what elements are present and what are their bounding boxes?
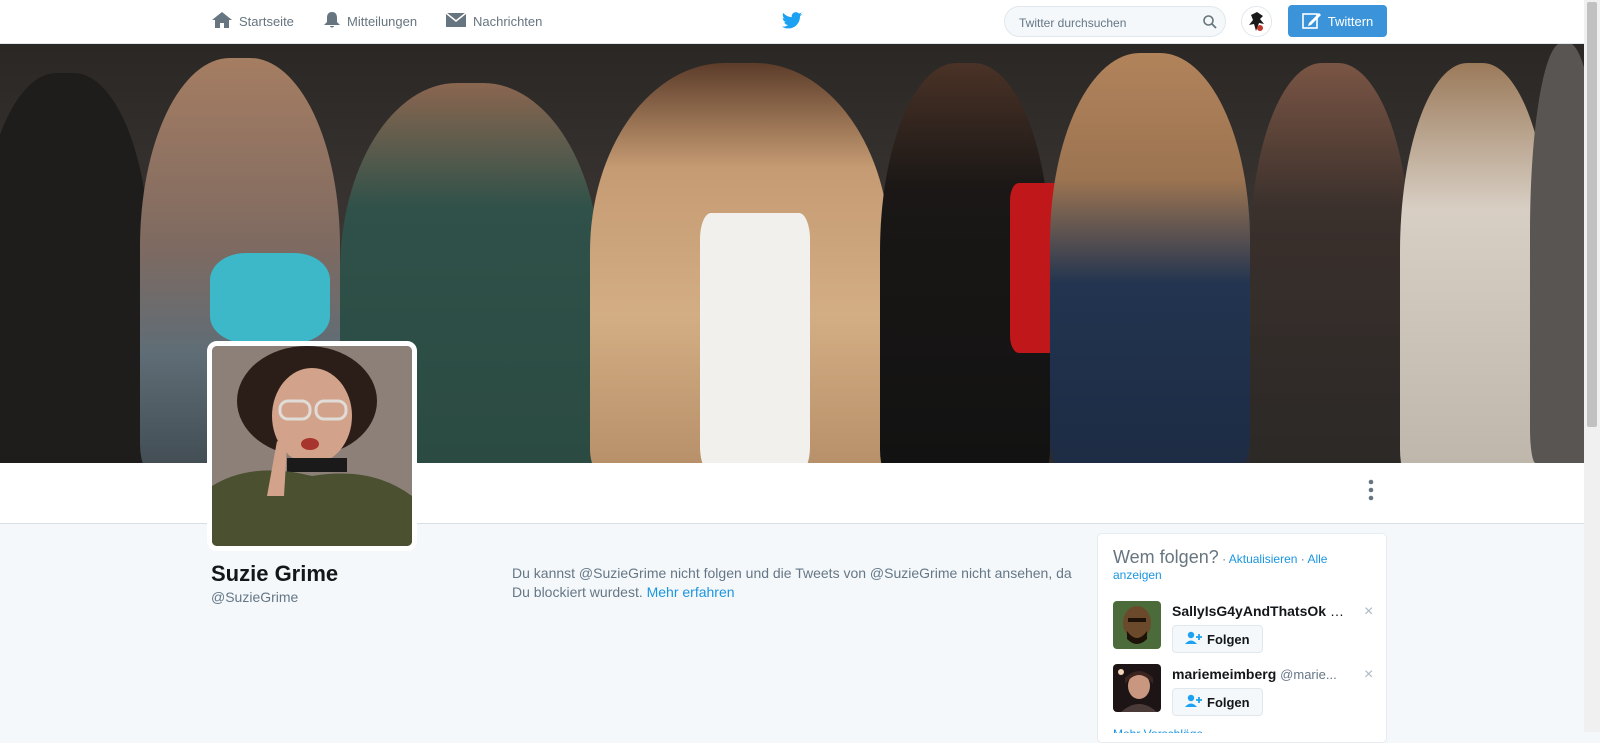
profile-name: Suzie Grime bbox=[211, 561, 339, 586]
close-icon[interactable]: × bbox=[1364, 603, 1373, 621]
nav-notifications[interactable]: Mitteilungen bbox=[323, 0, 417, 43]
follow-person-icon bbox=[1185, 631, 1203, 648]
suggestion-display-name: mariemeimberg bbox=[1172, 666, 1277, 682]
search-box[interactable] bbox=[1004, 6, 1226, 37]
suggestion-item: SallyIsG4yAndThatsOk @... × Folgen bbox=[1113, 601, 1378, 653]
top-navigation: Startseite Mitteilungen Nachrichten Twit… bbox=[0, 0, 1584, 44]
follow-person-icon bbox=[1185, 694, 1203, 711]
suggestion-handle: @... bbox=[1329, 604, 1347, 619]
compose-icon bbox=[1301, 11, 1322, 32]
suggestion-display-name: SallyIsG4yAndThatsOk bbox=[1172, 603, 1327, 619]
nav-notifications-label: Mitteilungen bbox=[347, 14, 418, 29]
blocked-notice: Du kannst @SuzieGrime nicht folgen und d… bbox=[512, 564, 1082, 602]
follow-button[interactable]: Folgen bbox=[1172, 688, 1263, 716]
search-icon[interactable] bbox=[1203, 15, 1217, 34]
page-scrollbar[interactable] bbox=[1584, 0, 1600, 732]
follow-button-label: Folgen bbox=[1207, 631, 1250, 647]
search-input[interactable] bbox=[1017, 13, 1201, 33]
nav-home[interactable]: Startseite bbox=[211, 0, 294, 43]
twitter-bird-icon[interactable] bbox=[781, 11, 803, 36]
separator: · bbox=[1297, 552, 1308, 566]
profile-handle: @SuzieGrime bbox=[211, 589, 299, 605]
home-icon bbox=[211, 11, 239, 32]
envelope-icon bbox=[445, 11, 473, 32]
suggestion-avatar[interactable] bbox=[1113, 601, 1161, 649]
learn-more-link[interactable]: Mehr erfahren bbox=[647, 584, 735, 600]
nav-messages-label: Nachrichten bbox=[473, 14, 543, 29]
refresh-link[interactable]: Aktualisieren bbox=[1229, 552, 1298, 566]
suggestion-item: mariemeimberg @marie... × Folgen bbox=[1113, 664, 1378, 716]
more-suggestions-link[interactable]: Mehr Vorschläge bbox=[1113, 727, 1203, 733]
separator: · bbox=[1218, 552, 1229, 566]
blocked-message: Du kannst @SuzieGrime nicht folgen und d… bbox=[512, 565, 1072, 600]
profile-avatar[interactable] bbox=[207, 341, 417, 551]
bell-icon bbox=[323, 11, 347, 32]
who-to-follow-module: Wem folgen? · Aktualisieren · Alle anzei… bbox=[1097, 533, 1387, 743]
follow-button[interactable]: Folgen bbox=[1172, 625, 1263, 653]
suggestion-handle: @marie... bbox=[1280, 667, 1337, 682]
more-vertical-icon[interactable] bbox=[1367, 479, 1375, 506]
who-to-follow-title: Wem folgen? bbox=[1113, 547, 1219, 567]
scrollbar-thumb[interactable] bbox=[1587, 2, 1597, 427]
who-to-follow-header: Wem folgen? · Aktualisieren · Alle anzei… bbox=[1113, 547, 1378, 583]
suggestion-name[interactable]: mariemeimberg @marie... bbox=[1172, 666, 1347, 682]
suggestion-avatar[interactable] bbox=[1113, 664, 1161, 712]
account-avatar[interactable] bbox=[1241, 6, 1272, 37]
nav-messages[interactable]: Nachrichten bbox=[445, 0, 542, 43]
nav-home-label: Startseite bbox=[239, 14, 294, 29]
suggestion-name[interactable]: SallyIsG4yAndThatsOk @... bbox=[1172, 603, 1347, 619]
follow-button-label: Folgen bbox=[1207, 694, 1250, 710]
close-icon[interactable]: × bbox=[1364, 666, 1373, 684]
tweet-button[interactable]: Twittern bbox=[1288, 5, 1387, 37]
tweet-button-label: Twittern bbox=[1327, 13, 1374, 29]
